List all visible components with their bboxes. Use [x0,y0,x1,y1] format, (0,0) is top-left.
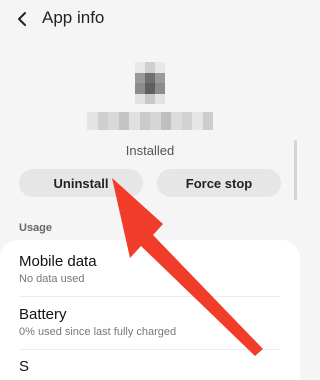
divider [19,349,281,350]
divider [19,296,281,297]
storage-item[interactable]: S [19,358,279,375]
chevron-left-icon [18,12,26,26]
back-button[interactable] [12,8,32,30]
mobile-data-item[interactable]: Mobile data No data used [19,253,279,285]
blurred-app-icon [135,62,165,104]
uninstall-button[interactable]: Uninstall [19,169,143,197]
mobile-data-subtitle: No data used [19,273,85,285]
page-title: App info [42,8,105,27]
app-bar: App info [0,0,300,40]
battery-item[interactable]: Battery 0% used since last fully charged [19,306,279,338]
usage-section-label: Usage [19,222,53,234]
mobile-data-title: Mobile data [19,253,97,270]
battery-title: Battery [19,306,67,323]
battery-subtitle: 0% used since last fully charged [19,326,177,338]
usage-card: Mobile data No data used Battery 0% used… [0,240,300,380]
scrollbar[interactable] [294,140,297,200]
storage-title: S [19,358,30,375]
force-stop-button[interactable]: Force stop [157,169,281,197]
blurred-app-name [87,112,213,130]
install-status: Installed [125,143,175,158]
